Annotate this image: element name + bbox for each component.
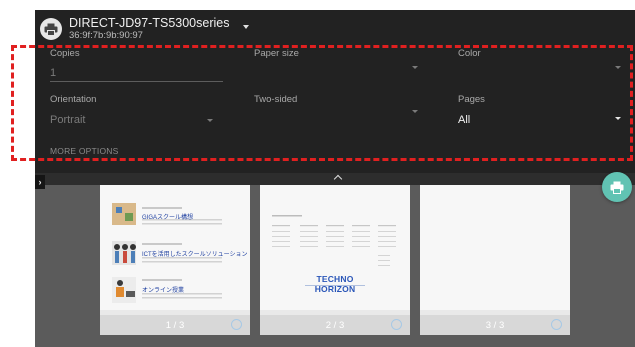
page-select-checkbox-icon[interactable] (231, 319, 242, 330)
printer-selector[interactable]: DIRECT-JD97-TS5300series 36:9f:7b:9b:90:… (40, 14, 250, 44)
copies-label: Copies (50, 48, 80, 59)
pages-label: Pages (458, 94, 485, 105)
more-options-button[interactable]: MORE OPTIONS (50, 146, 119, 156)
copies-underline (50, 81, 223, 82)
printer-id: 36:9f:7b:9b:90:97 (69, 30, 143, 41)
page-thumbnail: TECHNO HORIZON (260, 185, 410, 310)
chevron-right-icon: › (38, 176, 42, 187)
page-1-line-2: ICTを活用したスクールソリューション (142, 252, 248, 258)
page-preview-1[interactable]: GIGAスクール構想 ICTを活用したスクールソリューション オンライン授業 1… (100, 185, 250, 335)
expand-sidebar-button[interactable]: › (35, 175, 45, 189)
orientation-label: Orientation (50, 94, 97, 105)
page-footer: 2 / 3 (260, 315, 410, 335)
orientation-dropdown-icon[interactable] (207, 119, 213, 122)
page-1-line-3: オンライン授業 (142, 288, 185, 294)
page-number: 3 / 3 (485, 320, 505, 331)
pages-select[interactable]: All (458, 114, 470, 126)
page-select-checkbox-icon[interactable] (551, 319, 562, 330)
print-button[interactable] (602, 172, 632, 202)
printer-name: DIRECT-JD97-TS5300series (69, 16, 230, 30)
color-dropdown-icon[interactable] (615, 66, 621, 69)
page-preview-2[interactable]: TECHNO HORIZON 2 / 3 (260, 185, 410, 335)
chevron-up-icon[interactable] (333, 174, 343, 184)
print-options-panel: DIRECT-JD97-TS5300series 36:9f:7b:9b:90:… (35, 10, 635, 173)
page-thumbnail (420, 185, 570, 310)
printer-icon (40, 18, 62, 40)
print-dialog: DIRECT-JD97-TS5300series 36:9f:7b:9b:90:… (35, 10, 635, 347)
two-sided-label: Two-sided (254, 94, 298, 105)
paper-size-label: Paper size (254, 48, 299, 59)
company-logo: TECHNO HORIZON (314, 274, 356, 294)
page-number: 1 / 3 (165, 320, 185, 331)
page-preview-3[interactable]: 3 / 3 (420, 185, 570, 335)
page-footer: 1 / 3 (100, 315, 250, 335)
orientation-select[interactable]: Portrait (50, 114, 85, 126)
page-footer: 3 / 3 (420, 315, 570, 335)
color-label: Color (458, 48, 481, 59)
page-1-line-1: GIGAスクール構想 (142, 215, 194, 221)
print-icon (610, 181, 624, 194)
paper-size-dropdown-icon[interactable] (412, 66, 418, 69)
two-sided-dropdown-icon[interactable] (412, 110, 418, 113)
pages-dropdown-icon[interactable] (615, 117, 621, 120)
page-select-checkbox-icon[interactable] (391, 319, 402, 330)
copies-input[interactable]: 1 (50, 67, 56, 79)
page-thumbnail: GIGAスクール構想 ICTを活用したスクールソリューション オンライン授業 (100, 185, 250, 310)
page-number: 2 / 3 (325, 320, 345, 331)
collapse-bar[interactable] (35, 173, 635, 185)
chevron-down-icon[interactable] (243, 25, 250, 29)
